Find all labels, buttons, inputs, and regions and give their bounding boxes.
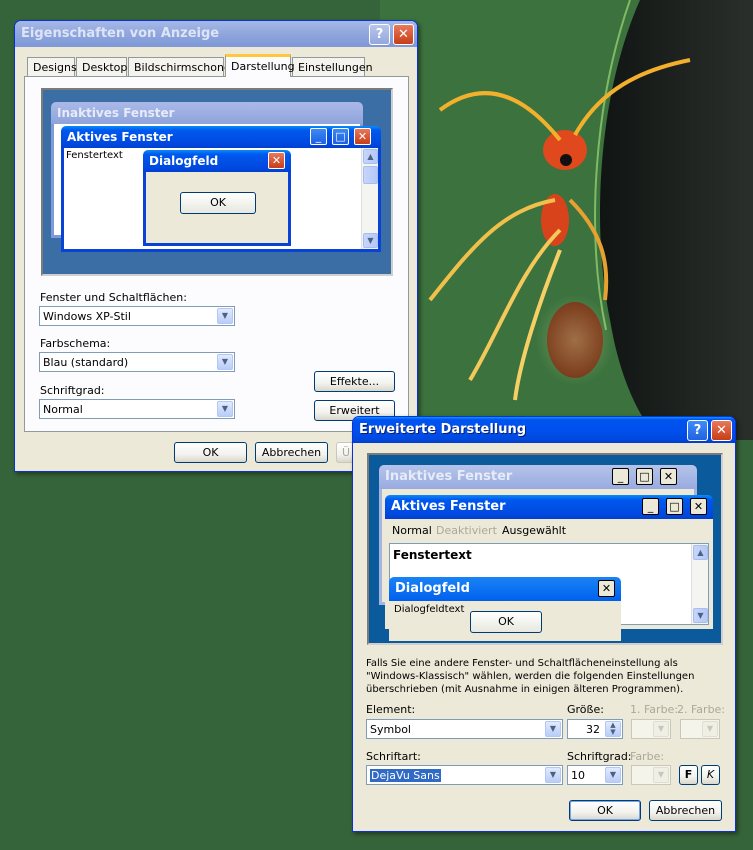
color1-label: 1. Farbe: [630, 703, 679, 716]
chevron-down-icon: ▼ [653, 767, 669, 783]
font-select[interactable]: DejaVu Sans ▼ [366, 765, 563, 785]
preview-window-text: Fenstertext [393, 548, 472, 562]
preview-active-title: Aktives Fenster [385, 495, 713, 519]
window-title: Eigenschaften von Anzeige [21, 26, 220, 41]
close-icon: ✕ [598, 580, 615, 597]
size-label: Größe: [567, 703, 604, 716]
element-label: Element: [366, 703, 416, 716]
preview-menu-disabled: Deaktiviert [436, 524, 497, 537]
color-scheme-label: Farbschema: [40, 337, 111, 350]
cancel-button[interactable]: Abbrechen [255, 442, 328, 463]
tab-settings[interactable]: Einstellungen [292, 57, 373, 77]
font-color-label: Farbe: [630, 750, 665, 763]
preview-dialog-title: Dialogfeld [389, 577, 621, 601]
advanced-preview: Inaktives Fenster _ □ ✕ Aktives Fenster … [367, 453, 723, 645]
windows-buttons-label: Fenster und Schaltflächen: [40, 291, 187, 304]
font-color-picker[interactable]: ▼ [631, 765, 671, 785]
preview-ok-button: OK [180, 192, 256, 214]
minimize-icon: _ [612, 468, 629, 485]
info-text: Falls Sie eine andere Fenster- und Schal… [366, 658, 695, 695]
preview-dialog: Dialogfeld ✕ Dialogfeldtext OK [389, 577, 621, 641]
tab-appearance[interactable]: Darstellung [225, 54, 295, 77]
close-icon: ✕ [660, 468, 677, 485]
display-properties-titlebar[interactable]: Eigenschaften von Anzeige [15, 21, 417, 47]
preview-ok-button: OK [470, 611, 542, 633]
element-select[interactable]: Symbol ▼ [366, 719, 563, 739]
italic-toggle[interactable]: K [701, 765, 720, 785]
chevron-down-icon: ▼ [605, 767, 621, 783]
minimize-icon: _ [642, 498, 659, 515]
chevron-down-icon: ▼ [545, 721, 561, 737]
windows-buttons-select[interactable]: Windows XP-Stil ▼ [39, 306, 235, 326]
font-size-select[interactable]: 10 ▼ [567, 765, 623, 785]
ok-button[interactable]: OK [174, 442, 247, 463]
close-icon: ✕ [690, 498, 707, 515]
preview-inactive-title: Inaktives Fenster [51, 102, 363, 124]
help-button[interactable]: ? [687, 420, 708, 441]
advanced-appearance-titlebar[interactable]: Erweiterte Darstellung [353, 417, 735, 443]
tab-screensaver[interactable]: Bildschirmschoner [128, 57, 235, 77]
appearance-preview: Inaktives Fenster Aktives Fenster _ □ ✕ … [41, 88, 393, 276]
close-icon: ✕ [268, 152, 285, 169]
preview-menu-selected: Ausgewählt [502, 524, 567, 537]
color-scheme-select[interactable]: Blau (standard) ▼ [39, 352, 235, 372]
bold-toggle[interactable]: F [679, 765, 698, 785]
maximize-icon: □ [636, 468, 653, 485]
maximize-icon: □ [666, 498, 683, 515]
spinner-up-down-icon[interactable]: ▲ ▼ [605, 721, 621, 737]
close-icon: ✕ [354, 128, 371, 145]
chevron-down-icon: ▼ [217, 401, 233, 417]
color2-picker[interactable]: ▼ [680, 719, 720, 739]
maximize-icon: □ [332, 128, 349, 145]
chevron-down-icon: ▼ [217, 354, 233, 370]
minimize-icon: _ [310, 128, 327, 145]
chevron-down-icon: ▼ [217, 308, 233, 324]
chevron-down-icon: ▼ [545, 767, 561, 783]
color1-picker[interactable]: ▼ [631, 719, 671, 739]
close-button[interactable]: ✕ [393, 24, 414, 45]
chevron-down-icon: ▼ [653, 721, 669, 737]
window-title: Erweiterte Darstellung [359, 422, 527, 437]
preview-window-text: Fenstertext [66, 150, 123, 161]
chevron-down-icon: ▼ [702, 721, 718, 737]
preview-dialog: Dialogfeld ✕ OK [143, 150, 291, 246]
font-size-label: Schriftgrad: [567, 750, 632, 763]
close-button[interactable]: ✕ [711, 420, 732, 441]
preview-dialog-text: Dialogfeldtext [394, 604, 465, 615]
advanced-appearance-window: Erweiterte Darstellung ? ✕ Inaktives Fen… [352, 416, 736, 832]
preview-scrollbar: ▲ ▼ [691, 544, 708, 624]
size-spinner[interactable]: 32 ▲ ▼ [567, 719, 623, 739]
color2-label: 2. Farbe: [677, 703, 726, 716]
effects-button[interactable]: Effekte... [314, 371, 395, 392]
preview-menu-normal: Normal [392, 524, 432, 537]
font-size-label: Schriftgrad: [40, 384, 105, 397]
preview-scrollbar: ▲ ▼ [361, 148, 378, 249]
tab-designs[interactable]: Designs [27, 57, 77, 77]
help-button[interactable]: ? [369, 24, 390, 45]
advanced-ok-button[interactable]: OK [569, 800, 641, 821]
font-label: Schriftart: [366, 750, 421, 763]
tab-desktop[interactable]: Desktop [76, 57, 127, 77]
font-size-select[interactable]: Normal ▼ [39, 399, 235, 419]
advanced-cancel-button[interactable]: Abbrechen [649, 800, 722, 821]
